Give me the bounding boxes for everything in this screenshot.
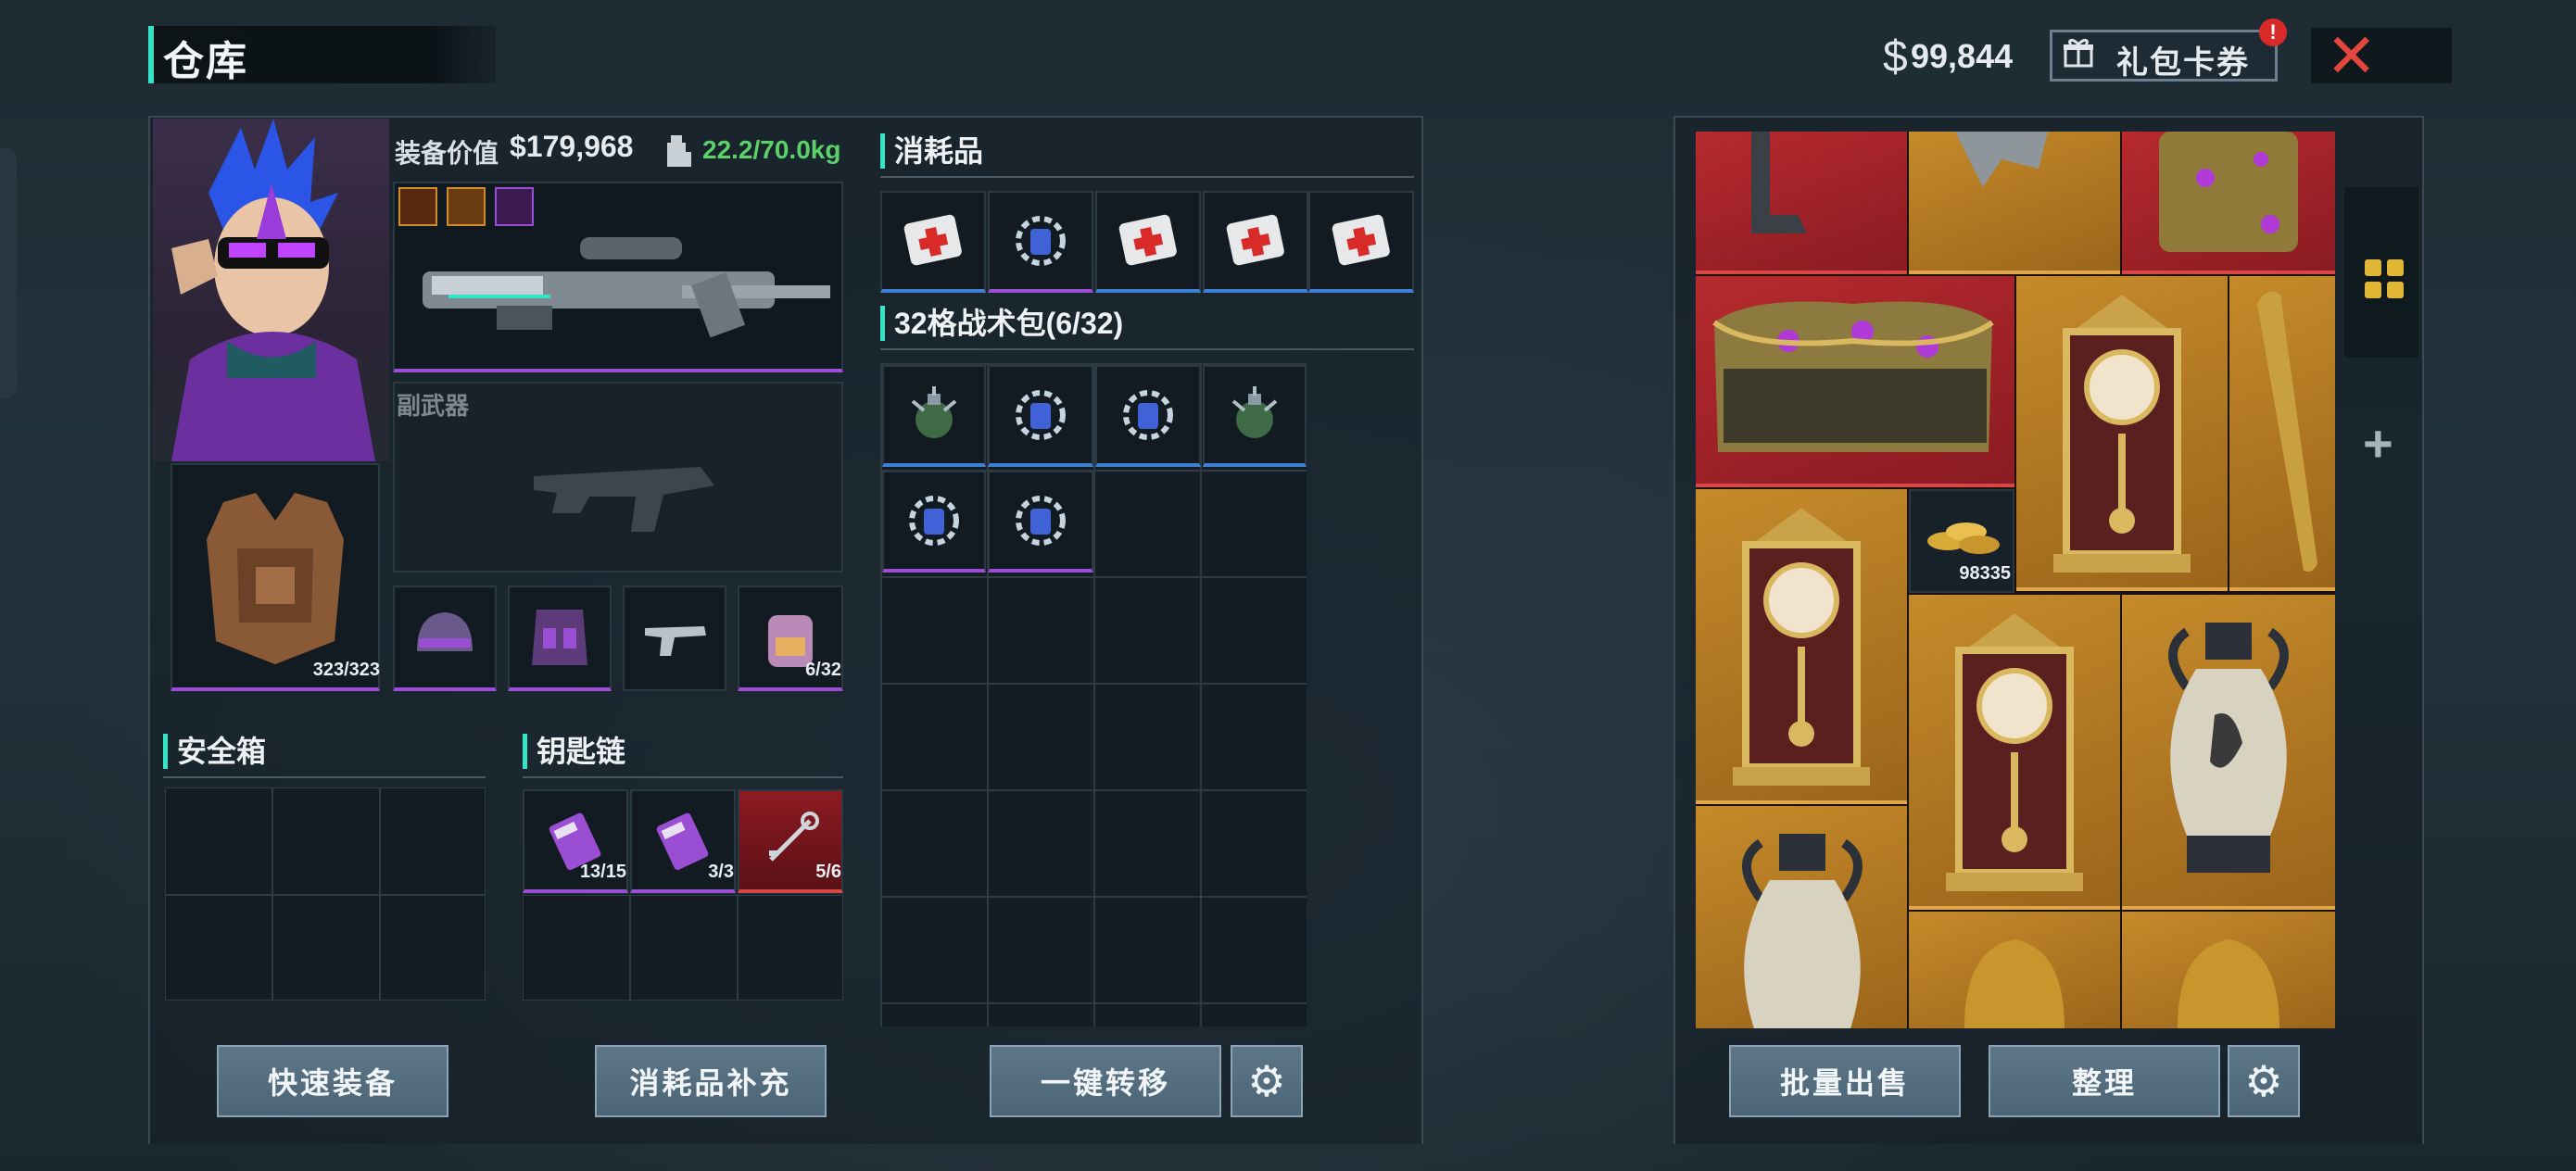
secondary-weapon-label: 副武器 xyxy=(397,392,470,420)
medkit-icon[interactable] xyxy=(1203,191,1308,293)
side-handle[interactable] xyxy=(0,148,17,398)
keycard-qty: 3/3 xyxy=(708,862,734,882)
page-title: 仓库 xyxy=(163,39,248,84)
gramophone-item[interactable] xyxy=(1909,912,2120,1028)
gift-voucher-label: 礼包卡券 xyxy=(2116,45,2250,81)
stash-item[interactable] xyxy=(1696,132,1907,274)
attachment-icon[interactable] xyxy=(447,187,486,226)
safe-box-slot[interactable] xyxy=(272,787,380,895)
grid-layout-icon[interactable] xyxy=(2365,259,2404,303)
keychain-slot[interactable] xyxy=(738,895,843,1001)
amphora-vase-item[interactable] xyxy=(1696,806,1907,1028)
gear-crystal-icon[interactable] xyxy=(1095,365,1201,467)
divider xyxy=(523,776,843,778)
equip-value-label: 装备价值 xyxy=(395,139,499,168)
gramophone-item[interactable] xyxy=(2122,912,2335,1028)
pendulum-clock-item[interactable] xyxy=(2016,276,2228,591)
medkit-icon[interactable] xyxy=(1308,191,1414,293)
character-portrait[interactable] xyxy=(153,119,389,461)
safe-box-slot[interactable] xyxy=(380,895,486,1001)
close-icon[interactable]: ✕ xyxy=(2326,20,2377,92)
treasure-chest-item[interactable] xyxy=(1696,276,2014,487)
attachment-icon[interactable] xyxy=(495,187,534,226)
stash-grid[interactable]: 98335 xyxy=(1696,132,2335,1028)
backpack-capacity: 6/32 xyxy=(805,660,841,680)
gift-icon xyxy=(2063,37,2094,77)
pistol-slot[interactable] xyxy=(623,586,726,691)
weight-value: 22.2/70.0kg xyxy=(702,135,841,164)
panel-frame-top xyxy=(1673,116,2424,118)
panel-frame-right xyxy=(1421,116,1423,1144)
gear-crystal-icon[interactable] xyxy=(988,471,1093,573)
medkit-icon[interactable] xyxy=(880,191,986,293)
armor-durability: 323/323 xyxy=(312,660,380,680)
safe-box-slot[interactable] xyxy=(380,787,486,895)
divider xyxy=(163,776,486,778)
grenade-icon[interactable] xyxy=(1203,365,1307,467)
stash-item[interactable] xyxy=(1909,132,2120,274)
medkit-icon[interactable] xyxy=(1095,191,1201,293)
key-qty: 5/6 xyxy=(815,862,841,882)
consumables-title: 消耗品 xyxy=(880,133,983,169)
pendulum-clock-item[interactable] xyxy=(1696,489,1907,804)
chest-rig-slot[interactable] xyxy=(508,586,612,691)
helmet-slot[interactable] xyxy=(393,586,497,691)
money-icon: $ xyxy=(1883,32,1908,82)
panel-frame-right xyxy=(2422,116,2424,1144)
divider xyxy=(880,348,1414,350)
keycard-qty: 13/15 xyxy=(579,862,626,882)
pendulum-clock-item[interactable] xyxy=(1909,595,2120,910)
safe-box-slot[interactable] xyxy=(272,895,380,1001)
quick-equip-button[interactable]: 快速装备 xyxy=(217,1045,448,1117)
transfer-settings-gear-icon[interactable]: ⚙ xyxy=(1231,1045,1303,1117)
divider xyxy=(880,176,1414,178)
attachment-icon[interactable] xyxy=(398,187,437,226)
one-click-transfer-button[interactable]: 一键转移 xyxy=(990,1045,1221,1117)
panel-frame-top xyxy=(148,116,1423,118)
stash-item[interactable] xyxy=(2122,132,2335,274)
baseball-bat-item[interactable] xyxy=(2229,276,2335,591)
panel-frame-left xyxy=(148,116,150,1144)
equip-value: $179,968 xyxy=(510,130,634,163)
gear-crystal-icon[interactable] xyxy=(988,191,1093,293)
safe-box-title: 安全箱 xyxy=(163,734,266,769)
tactical-bag-title: 32格战术包(6/32) xyxy=(880,306,1123,341)
stash-settings-gear-icon[interactable]: ⚙ xyxy=(2228,1045,2300,1117)
safe-box-slot[interactable] xyxy=(165,787,272,895)
keychain-title: 钥匙链 xyxy=(523,734,625,769)
gear-crystal-icon[interactable] xyxy=(988,365,1093,467)
refill-consumables-button[interactable]: 消耗品补充 xyxy=(595,1045,827,1117)
safe-box-slot[interactable] xyxy=(165,895,272,1001)
add-tab-icon[interactable]: + xyxy=(2363,413,2393,473)
gear-crystal-icon[interactable] xyxy=(882,471,986,573)
panel-frame-left xyxy=(1673,116,1675,1144)
keychain-slot[interactable] xyxy=(630,895,738,1001)
gold-coins-qty: 98335 xyxy=(1959,563,2011,584)
amphora-vase-item[interactable] xyxy=(2122,595,2335,910)
keychain-slot[interactable] xyxy=(523,895,630,1001)
sort-button[interactable]: 整理 xyxy=(1989,1045,2220,1117)
money-amount: 99,844 xyxy=(1911,37,2014,75)
grenade-icon[interactable] xyxy=(882,365,986,467)
weight-icon xyxy=(665,133,693,173)
armor-slot[interactable] xyxy=(170,463,380,691)
notification-badge: ! xyxy=(2259,19,2287,46)
bulk-sell-button[interactable]: 批量出售 xyxy=(1729,1045,1961,1117)
